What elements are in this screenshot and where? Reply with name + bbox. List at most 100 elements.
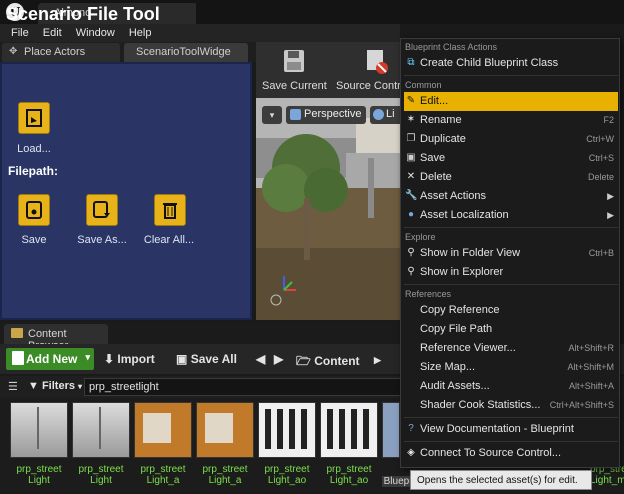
asset-thumbnail[interactable] [72, 402, 130, 458]
section-blueprint-class-actions: Blueprint Class Actions [405, 42, 498, 52]
clear-all-button[interactable] [154, 194, 186, 226]
source-control-button[interactable] [364, 48, 390, 76]
path-chevron-icon[interactable]: ▶ [374, 355, 381, 366]
section-explore: Explore [405, 232, 436, 242]
menu-shader-cook-statistics[interactable]: Shader Cook Statistics... Ctrl+Alt+Shift+… [404, 396, 618, 415]
menu-copy-reference[interactable]: Copy Reference [404, 301, 618, 320]
save-all-label: Save All [190, 352, 237, 366]
tab-place-actors[interactable]: ✥ Place Actors [2, 43, 120, 63]
menu-audit-assets[interactable]: Audit Assets... Alt+Shift+A [404, 377, 618, 396]
lit-mode-button[interactable]: Li [370, 106, 404, 124]
search-input[interactable]: prp_streetlight [84, 378, 414, 396]
save-as-icon [93, 201, 110, 218]
magnifier-icon: ⚲ [407, 266, 415, 277]
wrench-icon: 🔧 [405, 190, 418, 201]
save-all-icon: ▣ [176, 352, 188, 366]
magnifier-icon: ⚲ [407, 247, 415, 258]
asset-thumbnail[interactable] [320, 402, 378, 458]
filepath-label: Filepath: [8, 164, 58, 178]
add-new-button[interactable]: Add New ▾ [6, 348, 94, 370]
history-forward-button[interactable]: ▶ [274, 352, 283, 366]
asset-thumbnail[interactable] [196, 402, 254, 458]
menu-show-in-explorer[interactable]: ⚲ Show in Explorer [404, 263, 618, 282]
menu-duplicate[interactable]: ❐ Duplicate Ctrl+W [404, 130, 618, 149]
filters-button[interactable]: ▼ Filters ▾ [28, 380, 82, 392]
edit-tooltip: Opens the selected asset(s) for edit. [410, 470, 592, 490]
load-button[interactable] [18, 102, 50, 134]
submenu-arrow-icon: ▶ [607, 191, 614, 201]
tab-content-browser[interactable]: Content Browser [4, 324, 108, 352]
menu-rename[interactable]: ✶ Rename F2 [404, 111, 618, 130]
source-control-icon: ◈ [407, 447, 415, 458]
menu-view-documentation[interactable]: ? View Documentation - Blueprint [404, 420, 618, 439]
viewport-options-button[interactable]: ▾ [262, 106, 282, 124]
folder-icon [11, 328, 23, 338]
content-path-label: Content [314, 354, 360, 368]
section-references: References [405, 289, 452, 299]
menu-show-in-folder-view[interactable]: ⚲ Show in Folder View Ctrl+B [404, 244, 618, 263]
streetlight-pole-icon [99, 407, 101, 449]
menu-save[interactable]: ▣ Save Ctrl+S [404, 149, 618, 168]
globe-icon: ● [407, 209, 415, 220]
arrow-right-icon: ▶ [274, 352, 284, 366]
content-path-button[interactable]: 🗁 Content [296, 352, 360, 373]
save-all-button[interactable]: ▣ Save All [176, 352, 237, 366]
save-icon [26, 201, 42, 219]
scenario-panel [0, 62, 252, 320]
history-back-button[interactable]: ◀ [256, 352, 265, 366]
sphere-icon [373, 109, 384, 120]
section-common: Common [405, 80, 442, 90]
asset-label: prp_street Light_a [140, 464, 186, 486]
asset-thumbnail[interactable] [10, 402, 68, 458]
filter-icon: ▼ [28, 380, 39, 392]
import-label: Import [117, 352, 155, 366]
asset-label: prp_street Light_a [202, 464, 248, 486]
tab-scenario-widget[interactable]: ScenarioToolWidge [124, 43, 248, 63]
asset-thumbnail[interactable] [134, 402, 192, 458]
ao-map-icon [265, 409, 309, 449]
asset-label: prp_street Light_ao [264, 464, 310, 486]
menu-create-child-blueprint[interactable]: ⧉ Create Child Blueprint Class [404, 54, 618, 73]
menu-connect-source-control[interactable]: ◈ Connect To Source Control... [404, 444, 618, 463]
source-control-icon [367, 50, 388, 74]
blueprint-icon: ⧉ [407, 57, 415, 68]
save-button[interactable] [18, 194, 50, 226]
asset-thumbnail[interactable] [258, 402, 316, 458]
folder-open-icon: 🗁 [296, 354, 311, 368]
cube-icon [290, 109, 301, 120]
menu-window[interactable]: Window [69, 27, 122, 39]
menu-divider [404, 284, 618, 285]
ao-map-icon [327, 409, 371, 449]
asset-context-menu: Blueprint Class Actions ⧉ Create Child Bl… [400, 38, 620, 468]
menu-delete[interactable]: ✕ Delete Delete [404, 168, 618, 187]
menu-edit[interactable]: Edit [36, 27, 69, 39]
viewport[interactable] [256, 98, 406, 320]
import-button[interactable]: ⬇ Import [104, 352, 155, 366]
perspective-label: Perspective [304, 108, 362, 120]
trash-icon [163, 203, 177, 219]
asset-thumbnail[interactable] [382, 402, 400, 458]
menu-file[interactable]: File [4, 27, 36, 39]
save-current-button[interactable] [282, 48, 306, 74]
menu-divider [404, 417, 618, 418]
menu-copy-file-path[interactable]: Copy File Path [404, 320, 618, 339]
asset-label: prp_street Light_ao [326, 464, 372, 486]
clear-all-label: Clear All... [143, 234, 195, 246]
save-as-button[interactable] [86, 194, 118, 226]
menu-help[interactable]: Help [122, 27, 159, 39]
menu-size-map[interactable]: Size Map... Alt+Shift+M [404, 358, 618, 377]
delete-x-icon: ✕ [406, 171, 416, 182]
menu-edit[interactable]: ✎ Edit... [404, 92, 618, 111]
import-icon: ⬇ [104, 352, 115, 366]
sources-toggle-icon[interactable]: ☰ [8, 380, 18, 393]
menu-reference-viewer[interactable]: Reference Viewer... Alt+Shift+R [404, 339, 618, 358]
menu-asset-actions[interactable]: 🔧 Asset Actions ▶ [404, 187, 618, 206]
asset-label: prp_street Light [78, 464, 124, 486]
menu-asset-localization[interactable]: ● Asset Localization ▶ [404, 206, 618, 225]
arrow-left-icon: ◀ [256, 352, 266, 366]
texture-thumb-icon [143, 413, 171, 443]
menu-divider [404, 75, 618, 76]
perspective-button[interactable]: Perspective [286, 106, 366, 124]
chevron-down-icon: ▾ [85, 352, 90, 362]
lit-label: Li [386, 108, 395, 120]
